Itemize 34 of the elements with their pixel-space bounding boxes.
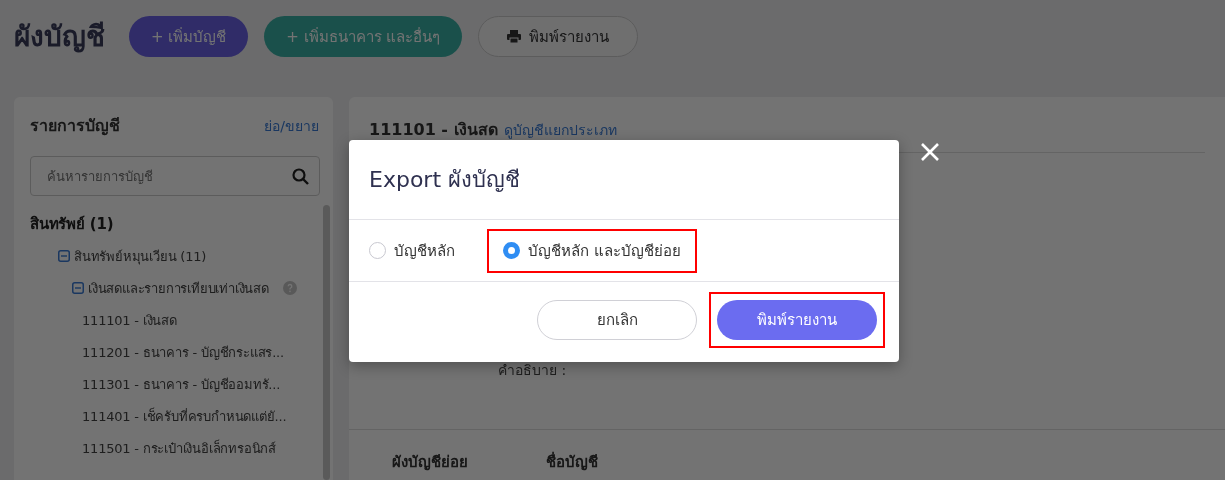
radio-option[interactable]: บัญชีหลัก (353, 228, 471, 273)
radio-button[interactable] (503, 242, 520, 259)
tree-item[interactable]: เงินสดและรายการเทียบเท่าเงินสด (88, 277, 269, 299)
add-button[interactable]: + เพิ่มธนาคาร และอื่นๆ (264, 16, 463, 57)
ledger-link[interactable]: ดูบัญชีแยกประเภท (503, 119, 617, 141)
add-button[interactable]: + เพิ่มบัญชี (129, 16, 249, 57)
collapse-icon[interactable] (58, 250, 70, 262)
printer-icon (507, 30, 522, 43)
account-title: 111101 - เงินสด (369, 119, 498, 141)
help-icon (282, 281, 297, 295)
column-header: ชื่อบัญชี (546, 450, 598, 473)
search-input[interactable]: ค้นหารายการบัญชี (45, 167, 292, 185)
tree-item[interactable]: 111201 - ธนาคาร - บัญชีกระแสร... (82, 341, 284, 363)
collapse-expand-link[interactable]: ย่อ/ขยาย (264, 114, 319, 137)
tree-item[interactable]: 111101 - เงินสด (82, 309, 177, 331)
page-title: ผังบัญชี (14, 19, 105, 55)
column-header: ผังบัญชีย่อย (392, 452, 468, 473)
cancel-button[interactable]: ยกเลิก (537, 300, 697, 340)
radio-button[interactable] (369, 242, 386, 259)
search-field[interactable]: ค้นหารายการบัญชี (30, 156, 320, 196)
collapse-icon[interactable] (72, 282, 84, 294)
panel-title: รายการบัญชี (30, 115, 120, 138)
description-label: คำอธิบาย : (498, 362, 567, 378)
scrollbar[interactable] (323, 205, 330, 480)
print-button[interactable]: พิมพ์รายงาน (478, 16, 639, 57)
tree-item[interactable]: 111301 - ธนาคาร - บัญชีออมทรั... (82, 373, 281, 395)
radio-option[interactable]: บัญชีหลัก และบัญชีย่อย (487, 228, 697, 273)
tree-item[interactable]: สินทรัพย์หมุนเวียน (11) (74, 245, 207, 267)
tree-item[interactable]: 111501 - กระเป๋าเงินอิเล็กทรอนิกส์ (82, 437, 276, 459)
print-button[interactable]: พิมพ์รายงาน (717, 300, 877, 340)
search-icon (292, 167, 309, 185)
tree-item[interactable]: สินทรัพย์ (1) (30, 212, 114, 236)
dialog-title: Export ผังบัญชี (349, 140, 899, 220)
tree-item[interactable]: 111401 - เช็ครับที่ครบกำหนดแต่ยั... (82, 405, 287, 427)
